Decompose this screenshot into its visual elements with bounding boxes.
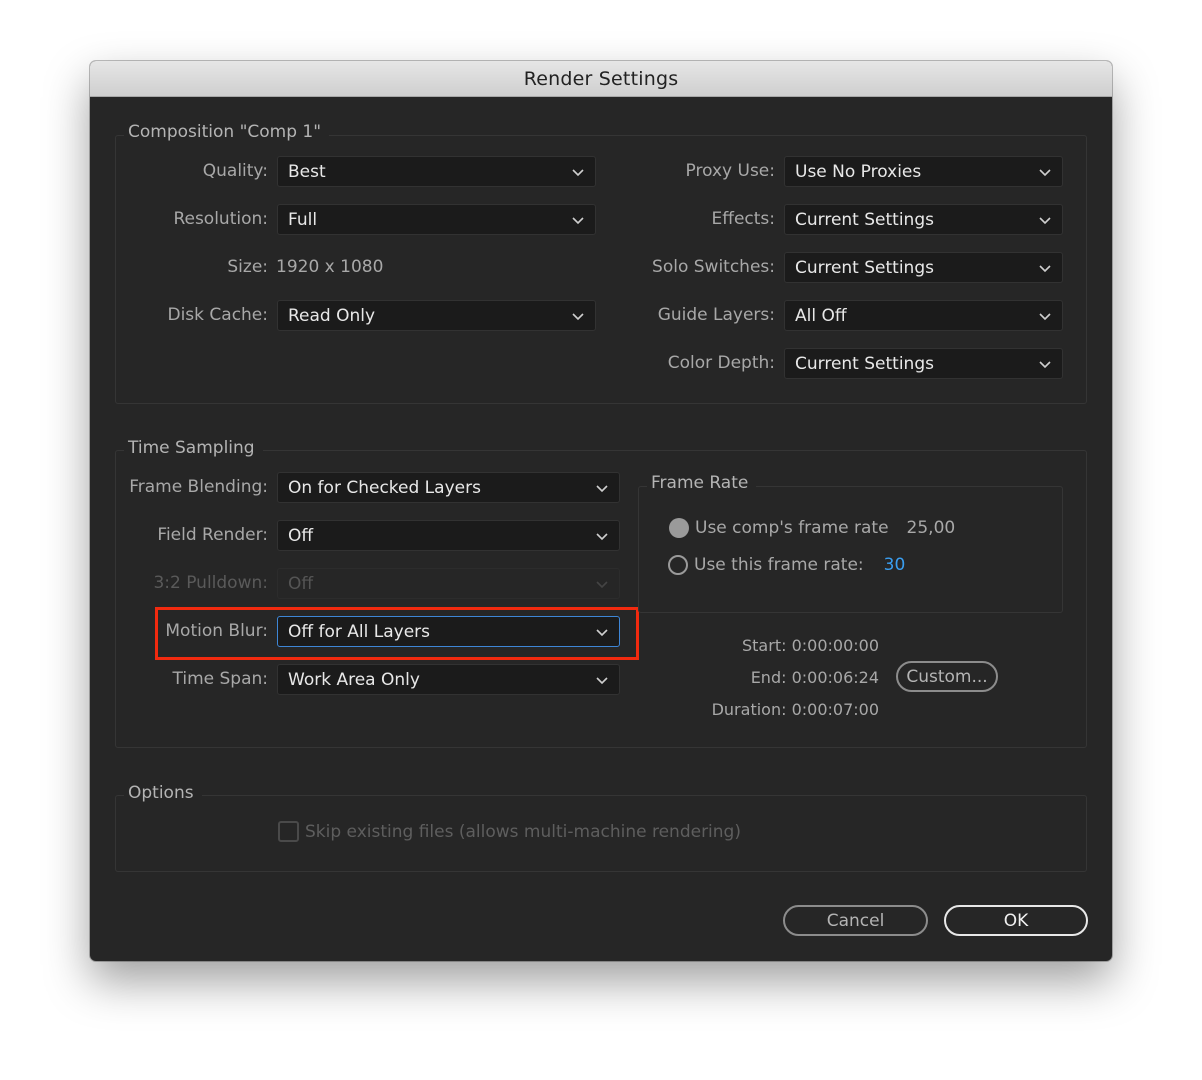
size-value: 1920 x 1080	[276, 257, 384, 277]
comp-frame-rate-value: 25,00	[906, 518, 956, 538]
chevron-down-icon	[571, 309, 585, 323]
chevron-down-icon	[595, 481, 609, 495]
chevron-down-icon	[571, 165, 585, 179]
duration-time: Duration: 0:00:07:00	[711, 700, 879, 719]
chevron-down-icon	[1038, 165, 1052, 179]
end-time: End: 0:00:06:24	[750, 668, 879, 687]
skip-existing-option: Skip existing files (allows multi-machin…	[278, 821, 741, 842]
ok-button[interactable]: OK	[944, 905, 1088, 936]
proxy-use-label: Proxy Use:	[685, 161, 775, 181]
solo-switches-select[interactable]: Current Settings	[784, 252, 1063, 283]
radio-selected-icon[interactable]	[669, 518, 689, 538]
time-span-label: Time Span:	[172, 669, 268, 689]
chevron-down-icon	[595, 529, 609, 543]
guide-layers-select[interactable]: All Off	[784, 300, 1063, 331]
color-depth-label: Color Depth:	[667, 353, 775, 373]
custom-frame-rate-option[interactable]: Use this frame rate: 30	[668, 555, 905, 575]
frame-blending-label: Frame Blending:	[129, 477, 268, 497]
frame-blending-select[interactable]: On for Checked Layers	[277, 472, 620, 503]
custom-time-button[interactable]: Custom...	[896, 661, 998, 692]
title-bar[interactable]: Render Settings	[90, 61, 1112, 97]
frame-blending-value: On for Checked Layers	[288, 477, 481, 498]
effects-select[interactable]: Current Settings	[784, 204, 1063, 235]
chevron-down-icon	[595, 577, 609, 591]
chevron-down-icon	[595, 625, 609, 639]
field-render-select[interactable]: Off	[277, 520, 620, 551]
quality-select[interactable]: Best	[277, 156, 596, 187]
motion-blur-select[interactable]: Off for All Layers	[277, 616, 620, 647]
chevron-down-icon	[1038, 309, 1052, 323]
start-time: Start: 0:00:00:00	[742, 636, 879, 655]
motion-blur-value: Off for All Layers	[288, 621, 431, 642]
pulldown-select: Off	[277, 568, 620, 599]
frame-rate-group-title: Frame Rate	[647, 473, 757, 493]
pulldown-label: 3:2 Pulldown:	[153, 573, 268, 593]
window-title: Render Settings	[523, 67, 679, 90]
checkbox-icon	[278, 821, 299, 842]
radio-unselected-icon[interactable]	[668, 555, 688, 575]
chevron-down-icon	[1038, 357, 1052, 371]
size-label: Size:	[227, 257, 268, 277]
effects-label: Effects:	[711, 209, 775, 229]
quality-label: Quality:	[202, 161, 268, 181]
time-sampling-group-title: Time Sampling	[124, 438, 263, 458]
color-depth-value: Current Settings	[795, 353, 934, 374]
guide-layers-value: All Off	[795, 305, 847, 326]
render-settings-dialog: Render Settings Composition "Comp 1" Qua…	[90, 61, 1112, 961]
cancel-button[interactable]: Cancel	[783, 905, 928, 936]
proxy-use-select[interactable]: Use No Proxies	[784, 156, 1063, 187]
disk-cache-select[interactable]: Read Only	[277, 300, 596, 331]
solo-switches-value: Current Settings	[795, 257, 934, 278]
quality-value: Best	[288, 161, 326, 182]
chevron-down-icon	[1038, 213, 1052, 227]
field-render-value: Off	[288, 525, 314, 546]
custom-frame-rate-value[interactable]: 30	[884, 555, 906, 575]
resolution-select[interactable]: Full	[277, 204, 596, 235]
resolution-value: Full	[288, 209, 318, 230]
options-group-title: Options	[124, 783, 202, 803]
solo-switches-label: Solo Switches:	[652, 257, 775, 277]
skip-existing-label: Skip existing files (allows multi-machin…	[305, 821, 741, 842]
effects-value: Current Settings	[795, 209, 934, 230]
time-span-select[interactable]: Work Area Only	[277, 664, 620, 695]
disk-cache-label: Disk Cache:	[167, 305, 268, 325]
frame-rate-group	[638, 486, 1063, 613]
composition-group-title: Composition "Comp 1"	[124, 122, 330, 142]
pulldown-value: Off	[288, 573, 314, 594]
color-depth-select[interactable]: Current Settings	[784, 348, 1063, 379]
resolution-label: Resolution:	[173, 209, 268, 229]
comp-frame-rate-option[interactable]: Use comp's frame rate 25,00	[669, 518, 955, 538]
disk-cache-value: Read Only	[288, 305, 376, 326]
chevron-down-icon	[595, 673, 609, 687]
comp-frame-rate-label: Use comp's frame rate	[695, 518, 889, 538]
chevron-down-icon	[1038, 261, 1052, 275]
guide-layers-label: Guide Layers:	[657, 305, 775, 325]
motion-blur-label: Motion Blur:	[165, 621, 268, 641]
custom-frame-rate-label: Use this frame rate:	[694, 555, 864, 575]
field-render-label: Field Render:	[157, 525, 268, 545]
time-span-value: Work Area Only	[288, 669, 420, 690]
proxy-use-value: Use No Proxies	[795, 161, 922, 182]
chevron-down-icon	[571, 213, 585, 227]
